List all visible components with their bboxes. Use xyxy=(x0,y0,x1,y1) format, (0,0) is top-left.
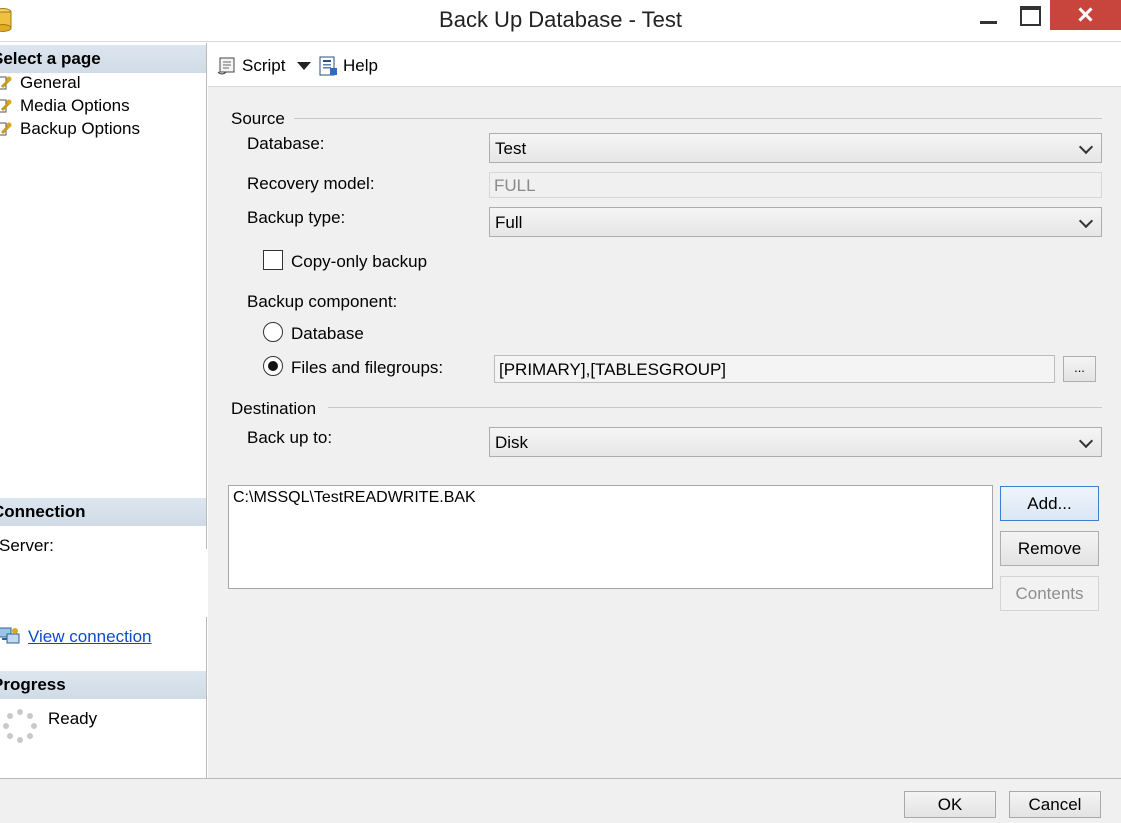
remove-button[interactable]: Remove xyxy=(1000,531,1099,566)
sidebar-item-label: Backup Options xyxy=(20,119,141,138)
progress-spinner-icon xyxy=(3,709,37,743)
back-up-to-select[interactable]: Disk xyxy=(489,427,1102,457)
database-select[interactable]: Test xyxy=(489,133,1102,163)
component-database-label[interactable]: Database xyxy=(291,324,364,344)
database-label: Database: xyxy=(247,134,325,153)
copy-only-checkbox[interactable] xyxy=(263,250,283,270)
help-label: Help xyxy=(343,56,378,75)
server-label-text: Server: xyxy=(0,536,54,555)
script-dropdown-icon[interactable] xyxy=(297,54,311,78)
component-files-label[interactable]: Files and filegroups: xyxy=(291,358,443,378)
browse-filegroups-button[interactable]: ... xyxy=(1063,356,1096,382)
sidebar-item-label: General xyxy=(20,73,81,92)
backup-type-value: Full xyxy=(495,213,523,232)
connection-header-label: Connection xyxy=(0,502,86,521)
window-title: Back Up Database - Test xyxy=(439,7,682,32)
title-bar: Back Up Database - Test xyxy=(0,0,1121,42)
backup-type-select[interactable]: Full xyxy=(489,207,1102,237)
cancel-button[interactable]: Cancel xyxy=(1009,791,1101,818)
add-button[interactable]: Add... xyxy=(1000,486,1099,521)
help-icon xyxy=(319,56,337,76)
view-connection-link[interactable]: View connection xyxy=(28,627,152,647)
source-group-line xyxy=(294,118,1102,119)
destination-group-line xyxy=(328,407,1102,408)
server-info-box xyxy=(0,549,207,617)
recovery-model-value: FULL xyxy=(494,176,536,195)
backup-component-label: Backup component: xyxy=(247,292,398,311)
component-files-radio[interactable] xyxy=(263,356,283,376)
script-label: Script xyxy=(242,56,286,75)
chevron-down-icon xyxy=(1078,139,1094,155)
page-wrench-icon xyxy=(0,99,12,113)
close-button[interactable] xyxy=(1050,0,1121,30)
destination-group-title: Destination xyxy=(231,399,325,419)
recovery-model-field: FULL xyxy=(489,172,1102,198)
contents-button[interactable]: Contents xyxy=(1000,576,1099,611)
select-page-header-label: Select a page xyxy=(0,49,101,68)
server-label: Server: xyxy=(0,536,55,556)
ok-button[interactable]: OK xyxy=(904,791,996,818)
filegroups-field: [PRIMARY],[TABLESGROUP] xyxy=(494,355,1055,383)
chevron-down-icon xyxy=(1078,213,1094,229)
copy-only-label[interactable]: Copy-only backup xyxy=(291,252,427,272)
main-panel: Script Help Source Database: Test Recove… xyxy=(208,43,1121,778)
toolbar: Script Help xyxy=(208,43,1121,87)
page-wrench-icon xyxy=(0,76,12,90)
backup-type-label: Backup type: xyxy=(247,208,346,227)
select-page-header: Select a page xyxy=(0,45,206,73)
back-up-to-value: Disk xyxy=(495,433,529,452)
back-up-to-label: Back up to: xyxy=(247,428,333,447)
destination-path-item[interactable]: C:\MSSQL\TestREADWRITE.BAK xyxy=(233,489,476,507)
component-database-radio[interactable] xyxy=(263,322,283,342)
maximize-button[interactable] xyxy=(1016,0,1042,30)
destination-path-list[interactable]: C:\MSSQL\TestREADWRITE.BAK xyxy=(228,485,993,589)
progress-status: Ready xyxy=(48,709,98,728)
recovery-model-label: Recovery model: xyxy=(247,174,375,193)
database-value: Test xyxy=(495,139,527,158)
progress-header-label: Progress xyxy=(0,675,66,694)
filegroups-value: [PRIMARY],[TABLESGROUP] xyxy=(499,360,727,379)
chevron-down-icon xyxy=(1078,433,1094,449)
dialog-footer: OK Cancel xyxy=(0,778,1121,823)
script-icon xyxy=(217,57,235,75)
source-group-title: Source xyxy=(231,109,293,129)
connection-header: Connection xyxy=(0,498,206,526)
progress-header: Progress xyxy=(0,671,206,699)
sidebar-item-label: Media Options xyxy=(20,96,130,115)
page-wrench-icon xyxy=(0,122,12,136)
sidebar: Select a page General Media Options Back… xyxy=(0,43,207,778)
connection-properties-icon xyxy=(0,627,20,644)
minimize-button[interactable] xyxy=(976,0,1002,30)
